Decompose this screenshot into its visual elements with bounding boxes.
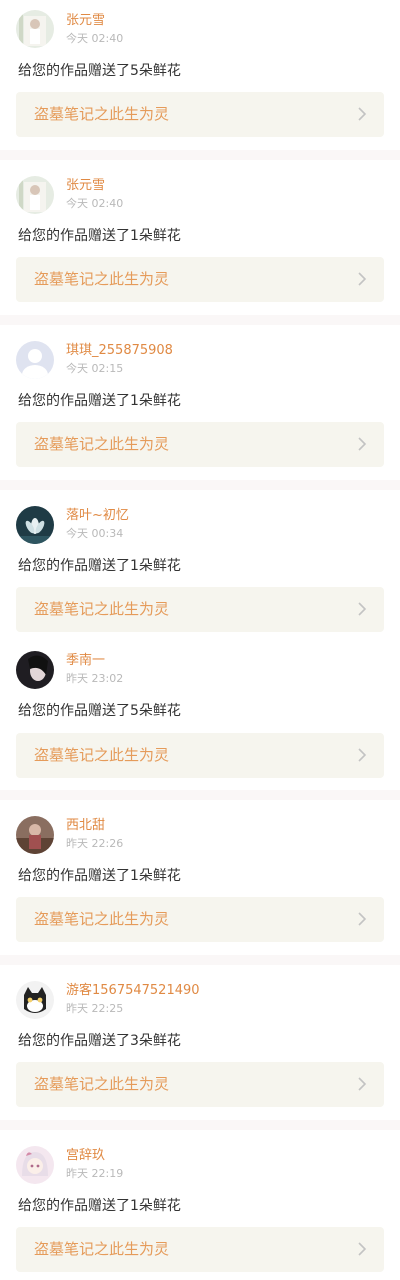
work-title: 盗墓笔记之此生为灵 — [34, 910, 170, 928]
gift-message: 给您的作品赠送了1朵鲜花 — [18, 1198, 181, 1214]
work-card[interactable]: 盗墓笔记之此生为灵 — [16, 733, 384, 778]
timestamp: 昨天 22:26 — [66, 837, 124, 850]
notification-item: 季南一 昨天 23:02 给您的作品赠送了5朵鲜花 盗墓笔记之此生为灵 — [0, 635, 400, 790]
username[interactable]: 西北甜 — [66, 818, 105, 834]
timestamp: 今天 00:34 — [66, 527, 124, 540]
avatar-photo-girl-icon[interactable] — [16, 176, 54, 214]
username[interactable]: 琪琪_255875908 — [66, 343, 173, 359]
notification-item: 张元雪 今天 02:40 给您的作品赠送了1朵鲜花 盗墓笔记之此生为灵 — [0, 160, 400, 315]
chevron-right-icon — [358, 437, 367, 451]
work-card[interactable]: 盗墓笔记之此生为灵 — [16, 422, 384, 467]
work-card[interactable]: 盗墓笔记之此生为灵 — [16, 257, 384, 302]
default-avatar-icon[interactable] — [16, 341, 54, 379]
timestamp: 昨天 22:25 — [66, 1002, 124, 1015]
work-card[interactable]: 盗墓笔记之此生为灵 — [16, 587, 384, 632]
work-title: 盗墓笔记之此生为灵 — [34, 270, 170, 288]
chevron-right-icon — [358, 272, 367, 286]
gift-message: 给您的作品赠送了1朵鲜花 — [18, 228, 181, 244]
work-card[interactable]: 盗墓笔记之此生为灵 — [16, 1227, 384, 1272]
work-card[interactable]: 盗墓笔记之此生为灵 — [16, 1062, 384, 1107]
gift-message: 给您的作品赠送了1朵鲜花 — [18, 868, 181, 884]
gift-message: 给您的作品赠送了1朵鲜花 — [18, 393, 181, 409]
notification-item: 宫辞玖 昨天 22:19 给您的作品赠送了1朵鲜花 盗墓笔记之此生为灵 — [0, 1130, 400, 1277]
username[interactable]: 游客1567547521490 — [66, 983, 200, 999]
work-title: 盗墓笔记之此生为灵 — [34, 1240, 170, 1258]
notification-item: 琪琪_255875908 今天 02:15 给您的作品赠送了1朵鲜花 盗墓笔记之… — [0, 325, 400, 480]
timestamp: 今天 02:15 — [66, 362, 124, 375]
separator — [0, 790, 400, 800]
chevron-right-icon — [358, 602, 367, 616]
gift-message: 给您的作品赠送了5朵鲜花 — [18, 63, 181, 79]
work-title: 盗墓笔记之此生为灵 — [34, 1075, 170, 1093]
work-title: 盗墓笔记之此生为灵 — [34, 435, 170, 453]
notification-item: 落叶~初忆 今天 00:34 给您的作品赠送了1朵鲜花 盗墓笔记之此生为灵 — [0, 490, 400, 635]
username[interactable]: 季南一 — [66, 653, 105, 669]
chevron-right-icon — [358, 1077, 367, 1091]
notification-item: 西北甜 昨天 22:26 给您的作品赠送了1朵鲜花 盗墓笔记之此生为灵 — [0, 800, 400, 955]
chevron-right-icon — [358, 1242, 367, 1256]
chevron-right-icon — [358, 912, 367, 926]
timestamp: 今天 02:40 — [66, 197, 124, 210]
username[interactable]: 落叶~初忆 — [66, 508, 129, 524]
separator — [0, 955, 400, 965]
work-card[interactable]: 盗墓笔记之此生为灵 — [16, 897, 384, 942]
gift-message: 给您的作品赠送了5朵鲜花 — [18, 703, 181, 719]
work-title: 盗墓笔记之此生为灵 — [34, 600, 170, 618]
notification-feed: 张元雪 今天 02:40 给您的作品赠送了5朵鲜花 盗墓笔记之此生为灵 张元雪 … — [0, 0, 400, 1277]
notification-item: 游客1567547521490 昨天 22:25 给您的作品赠送了3朵鲜花 盗墓… — [0, 965, 400, 1120]
cat-avatar-icon[interactable] — [16, 981, 54, 1019]
dark-portrait-avatar-icon[interactable] — [16, 651, 54, 689]
gift-message: 给您的作品赠送了1朵鲜花 — [18, 558, 181, 574]
chevron-right-icon — [358, 107, 367, 121]
username[interactable]: 张元雪 — [66, 178, 105, 194]
separator — [0, 1120, 400, 1130]
separator — [0, 480, 400, 490]
chevron-right-icon — [358, 748, 367, 762]
timestamp: 昨天 23:02 — [66, 672, 124, 685]
work-title: 盗墓笔记之此生为灵 — [34, 105, 170, 123]
photo-avatar-icon[interactable] — [16, 816, 54, 854]
gift-message: 给您的作品赠送了3朵鲜花 — [18, 1033, 181, 1049]
notification-item: 张元雪 今天 02:40 给您的作品赠送了5朵鲜花 盗墓笔记之此生为灵 — [0, 0, 400, 150]
avatar-photo-girl-icon[interactable] — [16, 10, 54, 48]
timestamp: 昨天 22:19 — [66, 1167, 124, 1180]
username[interactable]: 张元雪 — [66, 13, 105, 29]
separator — [0, 150, 400, 160]
username[interactable]: 宫辞玖 — [66, 1148, 105, 1164]
anime-avatar-icon[interactable] — [16, 1146, 54, 1184]
lotus-avatar-icon[interactable] — [16, 506, 54, 544]
separator — [0, 315, 400, 325]
work-title: 盗墓笔记之此生为灵 — [34, 746, 170, 764]
work-card[interactable]: 盗墓笔记之此生为灵 — [16, 92, 384, 137]
timestamp: 今天 02:40 — [66, 32, 124, 45]
